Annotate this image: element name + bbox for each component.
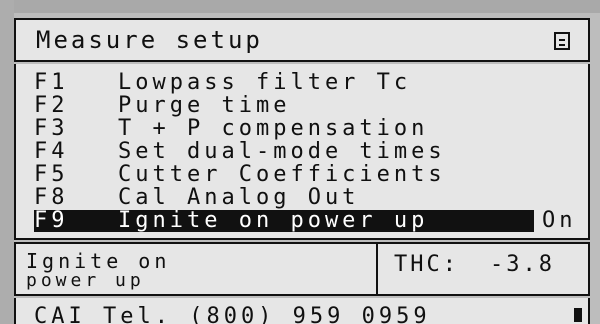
menu-item-label: Cutter Coefficients xyxy=(118,162,446,187)
footer-text: CAI Tel. (800) 959 0959 xyxy=(34,304,431,324)
screen-top-bezel xyxy=(0,0,600,13)
page-title: Measure setup xyxy=(36,26,263,54)
menu-icon[interactable] xyxy=(554,32,570,50)
menu-item-label: Lowpass filter Tc xyxy=(118,70,412,95)
screen-left-bezel xyxy=(0,0,14,324)
footer-indicator xyxy=(574,308,582,322)
menu-item-key: F8 xyxy=(34,185,69,210)
menu-item-label: T + P compensation xyxy=(118,116,429,141)
menu-item-f3[interactable]: F3 T + P compensation xyxy=(34,118,582,140)
footer-bar: CAI Tel. (800) 959 0959 xyxy=(14,298,590,324)
thc-value: -3.8 xyxy=(490,252,555,277)
menu-item-key: F9 xyxy=(34,208,69,233)
menu-item-label: Set dual-mode times xyxy=(118,139,446,164)
menu-item-key: F5 xyxy=(34,162,69,187)
status-title: Ignite on xyxy=(26,249,171,273)
title-bar: Measure setup xyxy=(14,18,590,62)
menu-item-value: On xyxy=(542,208,577,233)
menu-item-key: F2 xyxy=(34,93,69,118)
menu-item-key: F3 xyxy=(34,116,69,141)
menu-item-f5[interactable]: F5 Cutter Coefficients xyxy=(34,164,582,186)
menu-item-key: F1 xyxy=(34,70,69,95)
menu-item-label: Cal Analog Out xyxy=(118,185,360,210)
menu-item-label: Purge time xyxy=(118,93,291,118)
menu-item-label: Ignite on power up xyxy=(118,208,429,233)
status-left-panel: Ignite on power up xyxy=(14,242,378,296)
menu-item-f8[interactable]: F8 Cal Analog Out xyxy=(34,187,582,209)
menu-item-f9[interactable]: F9 Ignite on power up On xyxy=(34,210,582,232)
menu-item-f4[interactable]: F4 Set dual-mode times xyxy=(34,141,582,163)
menu-item-key: F4 xyxy=(34,139,69,164)
device-screen: Measure setup F1 Lowpass filter Tc F2 Pu… xyxy=(0,0,600,324)
thc-label: THC: xyxy=(394,252,459,277)
status-subtitle: power up xyxy=(26,270,145,291)
menu-item-f1[interactable]: F1 Lowpass filter Tc xyxy=(34,72,582,94)
menu-list: F1 Lowpass filter Tc F2 Purge time F3 T … xyxy=(14,64,590,240)
status-right-panel: THC: -3.8 xyxy=(376,242,590,296)
menu-item-f2[interactable]: F2 Purge time xyxy=(34,95,582,117)
